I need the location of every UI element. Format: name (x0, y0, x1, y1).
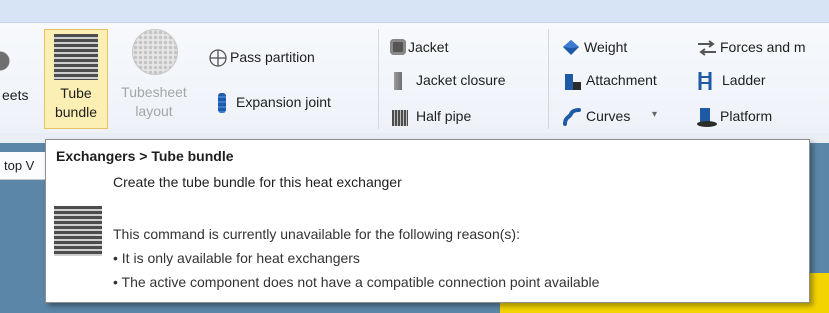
expansion-joint-label: Expansion joint (236, 94, 331, 110)
group-separator (378, 29, 379, 129)
expansion-joint-button[interactable]: Expansion joint (214, 92, 374, 114)
weight-icon (563, 40, 579, 55)
half-pipe-icon (392, 110, 408, 126)
chevron-down-icon: ▾ (652, 109, 658, 120)
platform-button[interactable]: Platform (694, 106, 814, 128)
forces-icon (698, 40, 716, 56)
tubesheet-layout-label-2: layout (135, 103, 173, 119)
jacket-closure-icon (394, 72, 402, 90)
document-tab[interactable]: top V (0, 152, 46, 180)
ladder-button[interactable]: Ladder (694, 70, 814, 92)
tooltip-title: Exchangers > Tube bundle (56, 148, 234, 164)
expansion-joint-icon (218, 93, 226, 113)
pass-partition-label: Pass partition (230, 49, 315, 65)
tooltip-reason: • The active component does not have a c… (113, 274, 600, 290)
curves-icon (563, 108, 581, 126)
group-separator (548, 29, 549, 129)
attachment-button[interactable]: Attachment (560, 70, 690, 92)
platform-icon (697, 108, 717, 127)
tooltip: Exchangers > Tube bundle Create the tube… (45, 139, 810, 303)
tube-bundle-icon (54, 206, 102, 256)
jacket-closure-label: Jacket closure (416, 72, 506, 88)
half-pipe-label: Half pipe (416, 108, 472, 124)
platform-label: Platform (720, 108, 773, 124)
tubesheet-layout-label-1: Tubesheet (121, 84, 187, 100)
half-pipe-button[interactable]: Half pipe (390, 106, 530, 128)
jacket-closure-button[interactable]: Jacket closure (390, 70, 550, 92)
tube-bundle-label-2: bundle (54, 104, 98, 120)
tooltip-reason: • It is only available for heat exchange… (113, 250, 360, 266)
curves-button[interactable]: Curves ▾ (560, 106, 680, 128)
title-strip (0, 0, 829, 22)
curves-label: Curves (586, 108, 631, 124)
sheets-icon (0, 45, 10, 77)
tubesheet-layout-icon (132, 29, 178, 75)
jacket-button[interactable]: Jacket (388, 37, 508, 59)
forces-button[interactable]: Forces and m (694, 37, 829, 59)
pass-partition-button[interactable]: Pass partition (206, 47, 366, 69)
tube-bundle-icon (54, 34, 98, 80)
ladder-icon (698, 72, 712, 90)
tooltip-unavailable-message: This command is currently unavailable fo… (113, 226, 520, 242)
tube-bundle-label-1: Tube (60, 85, 92, 101)
tube-bundle-button[interactable]: Tube bundle (44, 29, 108, 129)
weight-button[interactable]: Weight (560, 37, 680, 59)
attachment-icon (565, 74, 581, 90)
weight-label: Weight (584, 39, 628, 55)
pass-partition-icon (209, 49, 227, 67)
ribbon: eets Tube bundle Tubesheet layout Pass p… (0, 22, 829, 134)
jacket-label: Jacket (408, 39, 449, 55)
tubesheet-layout-button[interactable]: Tubesheet layout (112, 29, 196, 129)
jacket-icon (390, 39, 406, 55)
attachment-label: Attachment (586, 72, 657, 88)
ladder-label: Ladder (722, 72, 766, 88)
forces-label: Forces and m (720, 39, 806, 55)
sheets-button-label[interactable]: eets (2, 87, 28, 103)
tooltip-description: Create the tube bundle for this heat exc… (113, 174, 402, 190)
